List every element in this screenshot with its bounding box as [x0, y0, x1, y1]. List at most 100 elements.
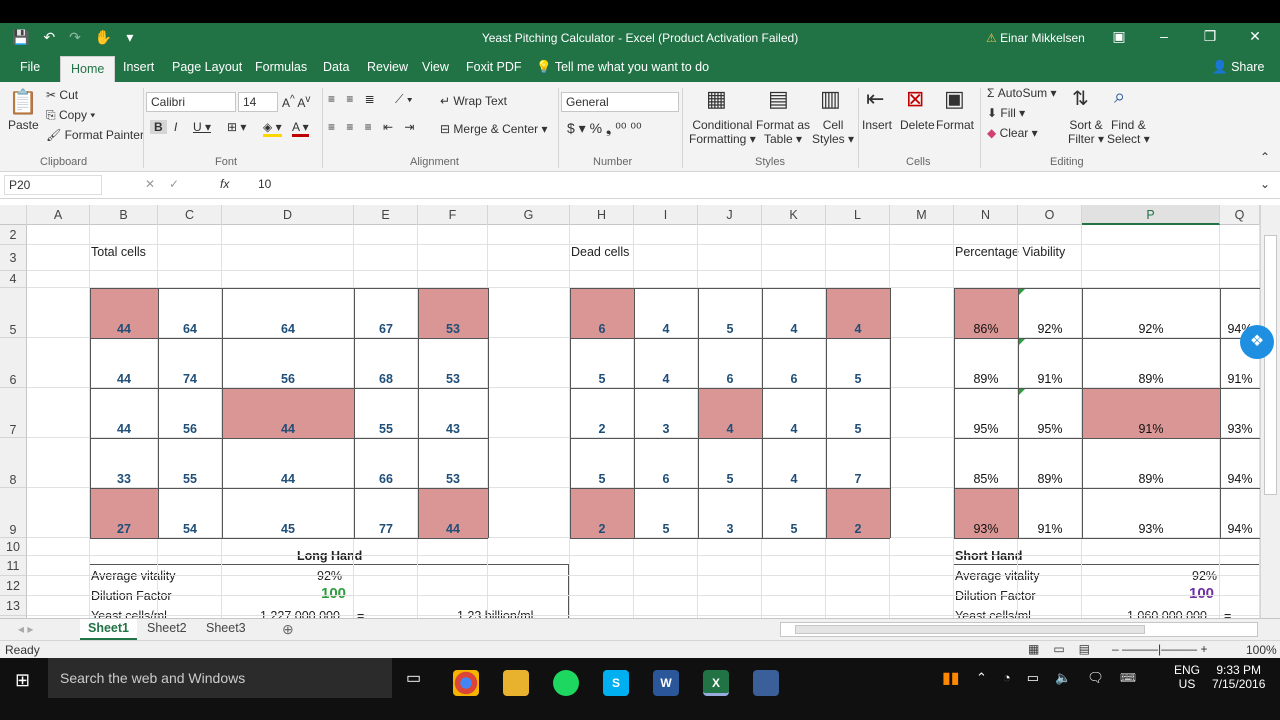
touch-mode-icon[interactable]: ✋: [95, 29, 112, 46]
undo-icon[interactable]: ↶: [43, 29, 55, 46]
viability-cell[interactable]: 89%: [1018, 438, 1082, 488]
row-header-3[interactable]: 3: [0, 245, 27, 271]
total-cells-cell[interactable]: 44: [418, 488, 488, 538]
column-header-i[interactable]: I: [634, 205, 698, 225]
sheet-nav-arrows[interactable]: ◂ ▸: [18, 622, 33, 636]
viability-cell[interactable]: 95%: [1018, 388, 1082, 438]
total-cells-cell[interactable]: 43: [418, 388, 488, 438]
column-header-f[interactable]: F: [418, 205, 488, 225]
dead-cells-cell[interactable]: 6: [570, 288, 634, 338]
format-as-table-button[interactable]: Format as Table ▾: [756, 118, 810, 146]
total-cells-cell[interactable]: 64: [158, 288, 222, 338]
tab-review[interactable]: Review: [367, 60, 408, 74]
row-header-5[interactable]: 5: [0, 288, 27, 338]
grow-font-icon[interactable]: A^ Av: [282, 94, 310, 110]
total-cells-cell[interactable]: 56: [158, 388, 222, 438]
horizontal-scrollbar[interactable]: [780, 622, 1258, 637]
tab-view[interactable]: View: [422, 60, 449, 74]
bold-button[interactable]: B: [150, 120, 167, 134]
dead-cells-cell[interactable]: 4: [634, 338, 698, 388]
view-mode-icons[interactable]: ▦▭▤: [1028, 642, 1104, 656]
column-header-g[interactable]: G: [488, 205, 570, 225]
dead-cells-cell[interactable]: 2: [570, 488, 634, 538]
viability-cell[interactable]: 91%: [1018, 488, 1082, 538]
dead-cells-cell[interactable]: 5: [762, 488, 826, 538]
windows-start-icon[interactable]: ⊞: [15, 670, 30, 691]
font-name-select[interactable]: Calibri: [146, 92, 236, 112]
formula-input[interactable]: 10: [258, 177, 271, 191]
sheet-tab-2[interactable]: Sheet2: [139, 619, 195, 640]
file-explorer-icon[interactable]: [503, 670, 529, 696]
column-header-c[interactable]: C: [158, 205, 222, 225]
row-header-6[interactable]: 6: [0, 338, 27, 388]
tab-data[interactable]: Data: [323, 60, 349, 74]
italic-button[interactable]: I: [174, 120, 177, 134]
chrome-icon[interactable]: [453, 670, 479, 696]
sort-filter-button[interactable]: Sort & Filter ▾: [1068, 118, 1104, 146]
clock[interactable]: 9:33 PM 7/15/2016: [1212, 663, 1265, 691]
horizontal-scroll-thumb[interactable]: [795, 625, 1145, 634]
column-header-p[interactable]: P: [1082, 205, 1220, 225]
conditional-formatting-button[interactable]: Conditional Formatting ▾: [689, 118, 756, 146]
viability-cell[interactable]: 91%: [1082, 388, 1220, 438]
viability-cell[interactable]: 89%: [954, 338, 1018, 388]
dead-cells-cell[interactable]: 5: [698, 438, 762, 488]
dead-cells-cell[interactable]: 6: [698, 338, 762, 388]
minimize-button[interactable]: –: [1149, 28, 1179, 44]
column-header-a[interactable]: A: [27, 205, 90, 225]
tray-icons[interactable]: ⌃◔▭🔈🗨⌨: [976, 670, 1152, 686]
wrap-text-button[interactable]: ↵ Wrap Text: [440, 94, 507, 108]
user-account[interactable]: ⚠ Einar Mikkelsen: [986, 31, 1085, 45]
tab-home[interactable]: Home: [60, 56, 116, 82]
viability-cell[interactable]: 85%: [954, 438, 1018, 488]
viability-cell[interactable]: 93%: [1082, 488, 1220, 538]
dead-cells-cell[interactable]: 6: [634, 438, 698, 488]
font-color-icon[interactable]: A ▾: [292, 120, 309, 137]
dead-cells-cell[interactable]: 4: [762, 438, 826, 488]
row-header-2[interactable]: 2: [0, 225, 27, 245]
formula-actions-icons[interactable]: ✕✓: [145, 177, 193, 191]
total-cells-cell[interactable]: 74: [158, 338, 222, 388]
orientation-icon[interactable]: ⟋ ▾: [395, 92, 413, 107]
spotify-icon[interactable]: [553, 670, 579, 696]
notification-badge-icon[interactable]: ▮▮: [942, 668, 960, 688]
tab-page-layout[interactable]: Page Layout: [172, 60, 242, 74]
vertical-scroll-thumb[interactable]: [1264, 235, 1277, 495]
total-cells-cell[interactable]: 53: [418, 288, 488, 338]
dead-cells-cell[interactable]: 7: [826, 438, 890, 488]
vertical-align-icons[interactable]: ≡ ≡ ≣: [328, 92, 379, 106]
dead-cells-cell[interactable]: 6: [762, 338, 826, 388]
dead-cells-cell[interactable]: 4: [698, 388, 762, 438]
task-view-icon[interactable]: ▭: [406, 668, 421, 688]
column-header-b[interactable]: B: [90, 205, 158, 225]
viability-cell[interactable]: 91%: [1018, 338, 1082, 388]
cell-styles-button[interactable]: Cell Styles ▾: [812, 118, 854, 146]
total-cells-cell[interactable]: 55: [158, 438, 222, 488]
row-header-7[interactable]: 7: [0, 388, 27, 438]
row-header-4[interactable]: 4: [0, 271, 27, 288]
column-header-l[interactable]: L: [826, 205, 890, 225]
share-button[interactable]: 👤 Share: [1212, 60, 1264, 75]
close-button[interactable]: ✕: [1240, 28, 1270, 45]
clear-button[interactable]: ◆ Clear ▾: [987, 126, 1038, 140]
total-cells-cell[interactable]: 45: [222, 488, 354, 538]
tab-formulas[interactable]: Formulas: [255, 60, 307, 74]
ribbon-display-options-icon[interactable]: ▣: [1104, 28, 1134, 45]
dead-cells-cell[interactable]: 3: [634, 388, 698, 438]
function-icon[interactable]: fx: [220, 177, 229, 191]
dropbox-icon[interactable]: ❖: [1240, 325, 1274, 359]
total-cells-cell[interactable]: 44: [222, 438, 354, 488]
restore-button[interactable]: ❐: [1195, 28, 1225, 45]
delete-cells-button[interactable]: Delete: [900, 118, 935, 132]
tab-foxit-pdf[interactable]: Foxit PDF: [466, 60, 522, 74]
dead-cells-cell[interactable]: 4: [634, 288, 698, 338]
fill-button[interactable]: ⬇ Fill ▾: [987, 106, 1025, 120]
dead-cells-cell[interactable]: 2: [826, 488, 890, 538]
column-header-m[interactable]: M: [890, 205, 954, 225]
dead-cells-cell[interactable]: 5: [698, 288, 762, 338]
expand-formula-icon[interactable]: ⌄: [1260, 177, 1270, 191]
sheet-tab-1[interactable]: Sheet1: [80, 619, 137, 640]
save-icon[interactable]: 💾: [12, 29, 29, 46]
number-format-select[interactable]: General: [561, 92, 679, 112]
format-cells-button[interactable]: Format: [936, 118, 974, 132]
